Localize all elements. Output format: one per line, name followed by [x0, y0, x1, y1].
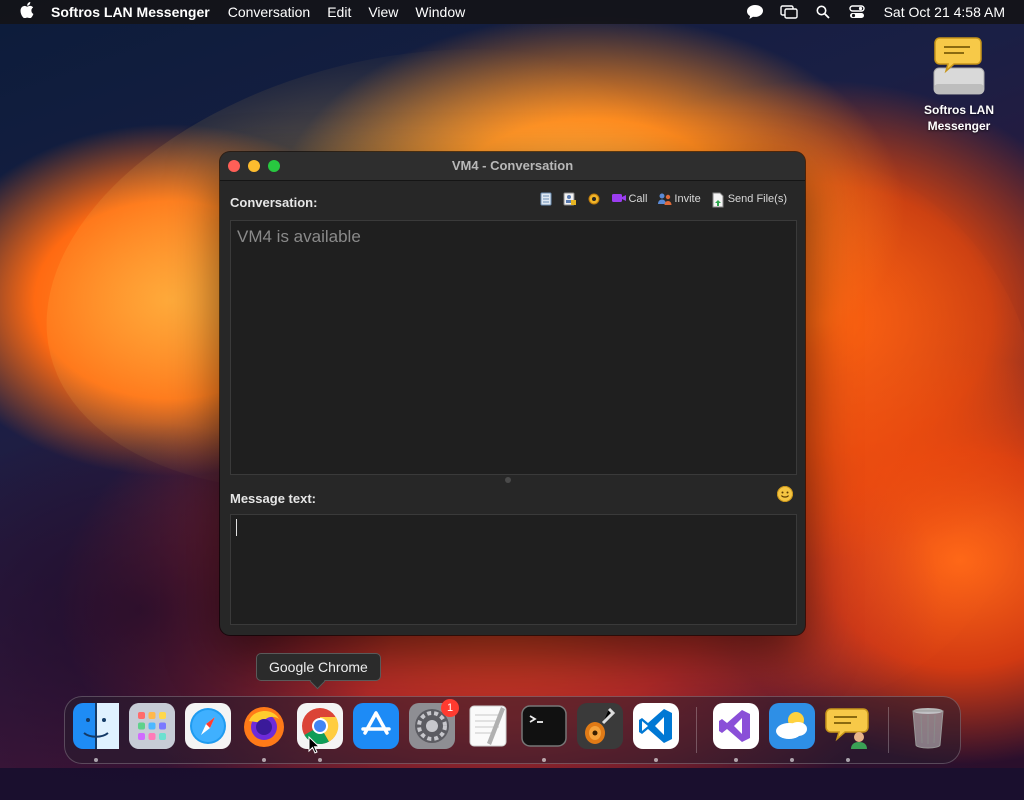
pane-splitter-handle[interactable] [505, 477, 511, 483]
weather-icon [769, 703, 815, 749]
message-input[interactable] [230, 514, 797, 625]
running-indicator [94, 758, 98, 762]
menu-view[interactable]: View [368, 4, 398, 20]
launchpad-icon [129, 703, 175, 749]
presence-status-text: VM4 is available [237, 227, 361, 246]
chrome-icon [297, 703, 343, 749]
dock: 1 [64, 696, 961, 764]
emoji-icon[interactable] [777, 486, 793, 502]
call-label: Call [628, 193, 648, 205]
textedit-icon [469, 705, 507, 747]
conversation-history[interactable]: VM4 is available [230, 220, 797, 475]
gear-icon [587, 192, 601, 206]
apple-menu-icon[interactable] [18, 1, 36, 23]
contact-card-icon [563, 192, 577, 206]
dock-visual-studio[interactable] [713, 703, 759, 749]
dock-trash[interactable] [905, 703, 951, 749]
desktop-icon-label: Softros LAN Messenger [924, 103, 994, 133]
invite-users-icon [657, 192, 672, 206]
window-title: VM4 - Conversation [451, 158, 574, 173]
call-button[interactable]: Call [611, 192, 647, 206]
contact-info-button[interactable] [563, 192, 577, 206]
dock-garageband[interactable] [577, 703, 623, 749]
dock-launchpad[interactable] [129, 703, 175, 749]
dock-separator [696, 707, 697, 753]
text-caret [236, 519, 237, 536]
dock-softros-messenger[interactable] [825, 703, 871, 749]
invite-button[interactable]: Invite [657, 192, 701, 206]
dock-weather[interactable] [769, 703, 815, 749]
running-indicator [542, 758, 546, 762]
firefox-icon [244, 707, 284, 747]
app-store-icon [353, 703, 399, 749]
running-indicator [262, 758, 266, 762]
notebook-icon [539, 192, 553, 206]
dock-chrome[interactable] [297, 703, 343, 749]
message-label: Message text: [230, 491, 316, 506]
visual-studio-icon [713, 703, 759, 749]
dock-finder[interactable] [73, 703, 119, 749]
running-indicator [734, 758, 738, 762]
menu-bar-clock[interactable]: Sat Oct 21 4:58 AM [884, 4, 1005, 20]
send-files-label: Send File(s) [727, 193, 787, 205]
menu-bar: Softros LAN Messenger Conversation Edit … [0, 0, 1024, 24]
send-file-icon [711, 192, 725, 208]
running-indicator [790, 758, 794, 762]
garageband-icon [577, 703, 623, 749]
conversation-label: Conversation: [230, 195, 318, 210]
menu-app-name[interactable]: Softros LAN Messenger [51, 4, 210, 20]
dock-textedit[interactable] [465, 703, 511, 749]
dock-vscode[interactable] [633, 703, 679, 749]
menu-edit[interactable]: Edit [327, 4, 351, 20]
control-center-icon[interactable] [846, 0, 868, 24]
video-camera-icon [611, 192, 627, 206]
dock-tooltip: Google Chrome [256, 653, 381, 681]
dock-app-store[interactable] [353, 703, 399, 749]
window-titlebar[interactable]: VM4 - Conversation [220, 152, 805, 181]
search-icon[interactable] [812, 0, 834, 24]
dock-separator [888, 707, 889, 753]
dock-terminal[interactable] [521, 703, 567, 749]
send-files-button[interactable]: Send File(s) [711, 192, 787, 208]
softros-messenger-icon [825, 708, 869, 749]
safari-icon [185, 703, 231, 749]
finder-icon [73, 703, 119, 749]
menu-conversation[interactable]: Conversation [228, 4, 311, 20]
dock-system-settings[interactable]: 1 [409, 699, 459, 749]
notification-badge: 1 [441, 699, 459, 717]
screen-mirror-icon[interactable] [778, 0, 800, 24]
conversation-toolbar: Call Invite Send File(s) [539, 192, 787, 208]
trash-icon [912, 708, 944, 749]
vscode-icon [633, 703, 679, 749]
dock-safari[interactable] [185, 703, 231, 749]
running-indicator [654, 758, 658, 762]
desktop-icon-softros[interactable]: Softros LAN Messenger [914, 34, 1004, 134]
settings-button[interactable] [587, 192, 601, 206]
dock-firefox[interactable] [241, 703, 287, 749]
chat-bubble-icon[interactable] [744, 0, 766, 24]
softros-disk-icon [930, 34, 988, 98]
menu-window[interactable]: Window [415, 4, 465, 20]
running-indicator [846, 758, 850, 762]
mouse-pointer-icon [308, 736, 320, 754]
terminal-icon [521, 705, 567, 747]
history-button[interactable] [539, 192, 553, 206]
invite-label: Invite [674, 193, 701, 205]
running-indicator [318, 758, 322, 762]
conversation-window: VM4 - Conversation Conversation: Call In… [220, 152, 805, 635]
